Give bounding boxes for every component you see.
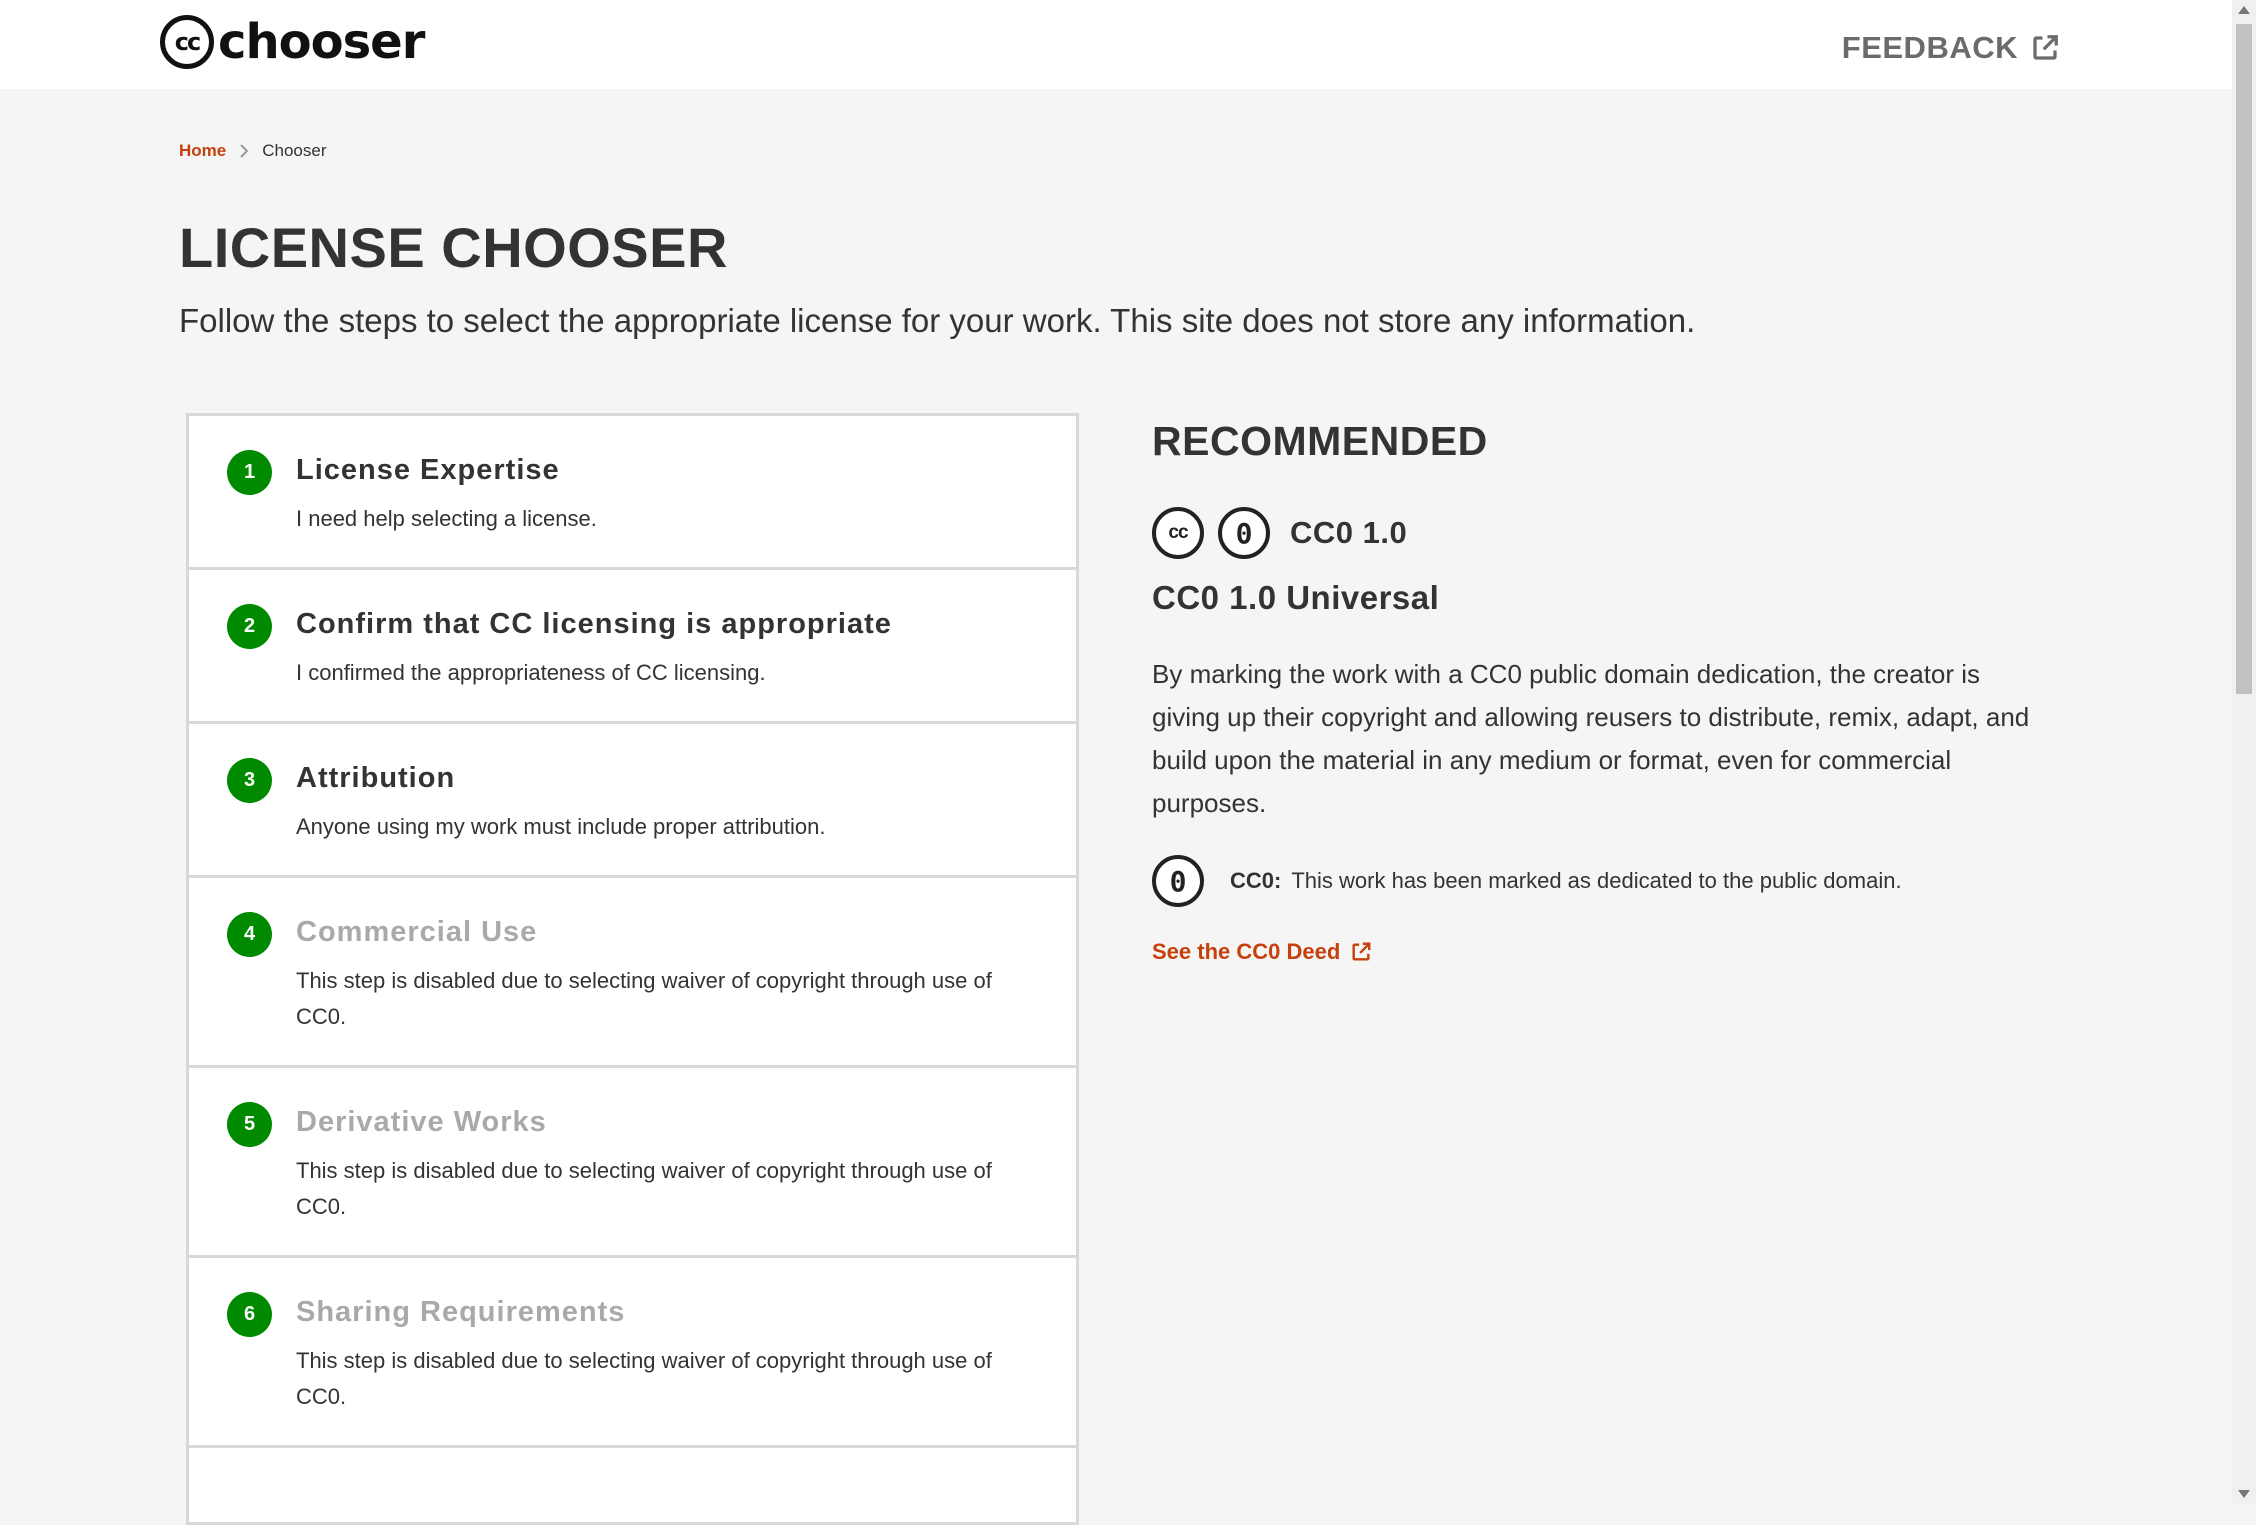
cc-zero-icon: 0 (1152, 855, 1204, 907)
step-description: This step is disabled due to selecting w… (296, 968, 992, 1029)
page-title: LICENSE CHOOSER (179, 216, 728, 279)
step-number-badge: 5 (227, 1102, 272, 1147)
breadcrumb-home-link[interactable]: Home (179, 141, 226, 161)
step-number-badge: 6 (227, 1292, 272, 1337)
page-subtitle: Follow the steps to select the appropria… (179, 302, 1696, 339)
breadcrumb: Home Chooser (179, 141, 327, 161)
deed-link-label: See the CC0 Deed (1152, 939, 1341, 964)
step-partial-next[interactable] (186, 1445, 1079, 1525)
step-title: Derivative Works (296, 1106, 547, 1138)
step-description: I confirmed the appropriateness of CC li… (296, 660, 766, 685)
step-title: Attribution (296, 762, 456, 794)
scroll-up-arrow-icon[interactable] (2238, 6, 2250, 14)
logo-wordmark: chooser (218, 14, 425, 70)
step-title: License Expertise (296, 454, 560, 486)
license-full-name: CC0 1.0 Universal (1152, 579, 1440, 616)
breadcrumb-current: Chooser (262, 141, 327, 160)
step-license-expertise[interactable]: 1 License Expertise I need help selectin… (186, 413, 1079, 570)
step-description: This step is disabled due to selecting w… (296, 1158, 992, 1219)
external-link-icon (2033, 35, 2058, 60)
step-number-badge: 4 (227, 912, 272, 957)
step-description: I need help selecting a license. (296, 506, 597, 531)
step-title: Commercial Use (296, 916, 538, 948)
see-deed-link[interactable]: See the CC0 Deed (1152, 939, 2052, 965)
step-derivative-works: 5 Derivative Works This step is disabled… (186, 1065, 1079, 1258)
step-title: Sharing Requirements (296, 1296, 626, 1328)
scroll-down-arrow-icon[interactable] (2238, 1490, 2250, 1498)
mark-label: CC0: (1230, 868, 1282, 893)
license-short-name: CC0 1.0 (1290, 515, 1408, 550)
scroll-thumb[interactable] (2236, 24, 2252, 694)
mark-text: This work has been marked as dedicated t… (1291, 868, 1902, 893)
feedback-label: FEEDBACK (1841, 30, 2018, 65)
step-number-badge: 1 (227, 450, 272, 495)
license-description: By marking the work with a CC0 public do… (1152, 659, 2030, 818)
license-mark-row: 0 CC0: This work has been marked as dedi… (1152, 855, 2052, 907)
step-description: Anyone using my work must include proper… (296, 814, 826, 839)
step-sharing-requirements: 6 Sharing Requirements This step is disa… (186, 1255, 1079, 1448)
step-commercial-use: 4 Commercial Use This step is disabled d… (186, 875, 1079, 1068)
stepper: 1 License Expertise I need help selectin… (186, 413, 1079, 1525)
cc-logo-icon: cc (160, 15, 214, 69)
feedback-link[interactable]: FEEDBACK (1842, 30, 2060, 66)
step-attribution[interactable]: 3 Attribution Anyone using my work must … (186, 721, 1079, 878)
recommended-heading: RECOMMENDED (1152, 418, 1488, 464)
step-number-badge: 2 (227, 604, 272, 649)
step-description: This step is disabled due to selecting w… (296, 1348, 992, 1409)
step-confirm-licensing[interactable]: 2 Confirm that CC licensing is appropria… (186, 567, 1079, 724)
step-title: Confirm that CC licensing is appropriate (296, 608, 892, 640)
cc-icon: cc (1152, 507, 1204, 559)
license-icons: cc 0 CC0 1.0 (1152, 507, 2052, 559)
page-scrollbar[interactable] (2232, 0, 2256, 1504)
chevron-right-icon (238, 143, 250, 159)
top-navbar: cc chooser FEEDBACK (0, 0, 2232, 89)
cc-zero-icon: 0 (1218, 507, 1270, 559)
step-number-badge: 3 (227, 758, 272, 803)
cc-chooser-logo[interactable]: cc chooser (160, 10, 425, 74)
external-link-icon (1352, 942, 1371, 961)
recommended-panel: RECOMMENDED cc 0 CC0 1.0 CC0 1.0 Univers… (1152, 418, 2052, 965)
